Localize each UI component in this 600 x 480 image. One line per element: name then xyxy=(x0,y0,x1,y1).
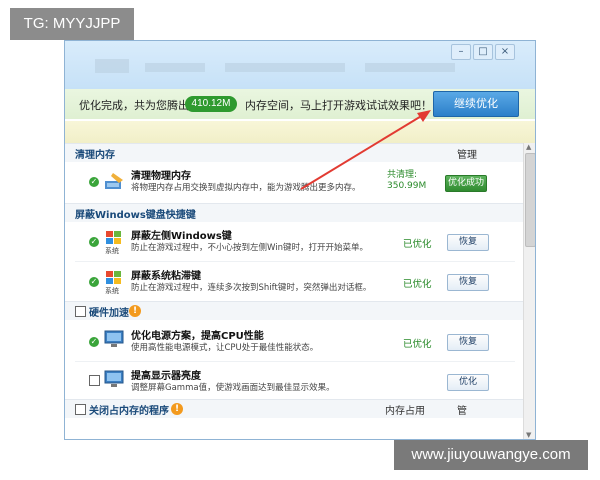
watermark-bottom: www.jiuyouwangye.com xyxy=(394,440,588,470)
red-annotation-arrow xyxy=(300,110,431,190)
watermark-top: TG: MYYJJPP xyxy=(10,8,134,40)
optimizer-window: – □ × 优化完成，共为您腾出 410.12M 内存空间，马上打开游戏试试效果… xyxy=(64,40,536,440)
